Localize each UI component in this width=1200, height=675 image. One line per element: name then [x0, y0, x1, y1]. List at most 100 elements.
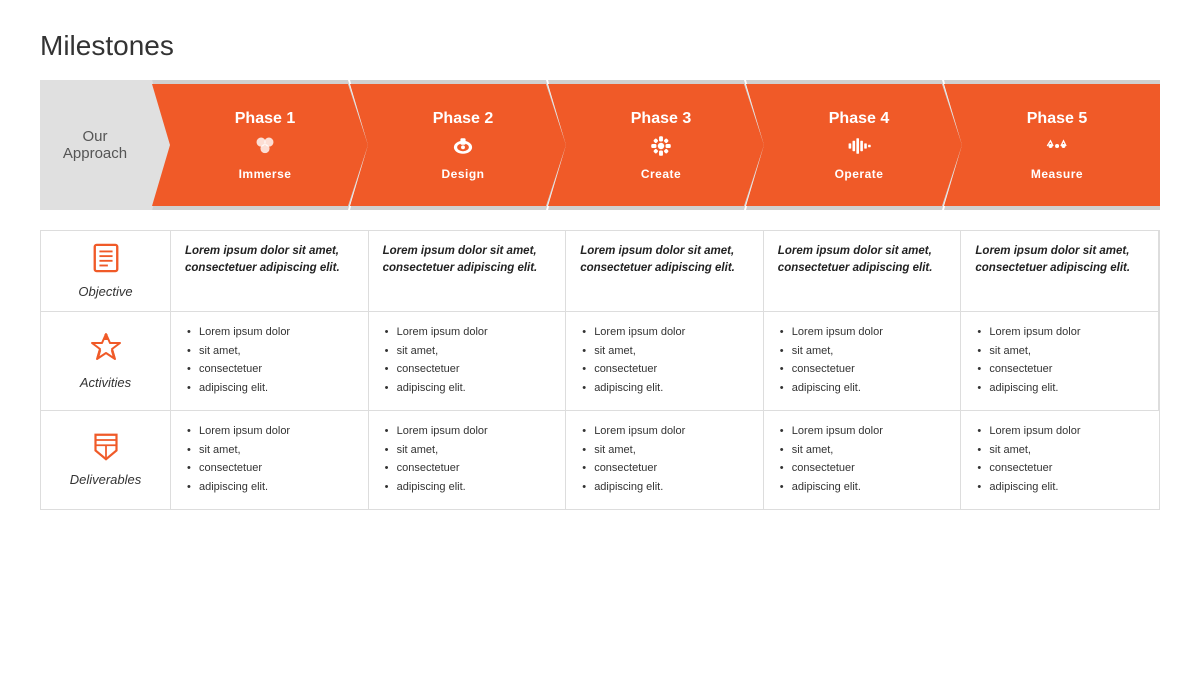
- del-list-item: consectetuer: [778, 460, 947, 477]
- del-cell-4: Lorem ipsum dolor sit amet, consectetuer…: [764, 411, 962, 509]
- del-list-item: sit amet,: [580, 442, 749, 459]
- act-list-item: sit amet,: [778, 343, 947, 360]
- obj-cell-2: Lorem ipsum dolor sit amet, consectetuer…: [369, 231, 567, 312]
- del-list-item: Lorem ipsum dolor: [778, 423, 947, 440]
- phase-5-label: Phase 5: [1027, 109, 1087, 128]
- del-list-2: Lorem ipsum dolor sit amet, consectetuer…: [383, 423, 552, 495]
- design-icon: [450, 133, 476, 165]
- act-list-item: consectetuer: [185, 361, 354, 378]
- phase-5: Phase 5 Measure: [944, 80, 1160, 210]
- act-list-3: Lorem ipsum dolor sit amet, consectetuer…: [580, 324, 749, 396]
- phase-3: Phase 3 Create: [548, 80, 764, 210]
- del-list-item: adipiscing elit.: [580, 479, 749, 496]
- del-list-3: Lorem ipsum dolor sit amet, consectetuer…: [580, 423, 749, 495]
- del-cell-5: Lorem ipsum dolor sit amet, consectetuer…: [961, 411, 1159, 509]
- del-list-item: Lorem ipsum dolor: [383, 423, 552, 440]
- del-list-item: Lorem ipsum dolor: [185, 423, 354, 440]
- obj-cell-5: Lorem ipsum dolor sit amet, consectetuer…: [961, 231, 1159, 312]
- del-list-item: consectetuer: [975, 460, 1145, 477]
- objective-label: Objective: [78, 284, 132, 299]
- act-list-item: consectetuer: [580, 361, 749, 378]
- del-list-item: adipiscing elit.: [975, 479, 1145, 496]
- del-list-item: sit amet,: [185, 442, 354, 459]
- del-list-item: consectetuer: [580, 460, 749, 477]
- act-list-1: Lorem ipsum dolor sit amet, consectetuer…: [185, 324, 354, 396]
- act-list-item: Lorem ipsum dolor: [975, 324, 1144, 341]
- phase-3-content: Phase 3 Create: [548, 80, 764, 210]
- del-cell-2: Lorem ipsum dolor sit amet, consectetuer…: [369, 411, 567, 509]
- phase-2-label: Phase 2: [433, 109, 493, 128]
- act-cell-3: Lorem ipsum dolor sit amet, consectetuer…: [566, 312, 764, 411]
- phases-container: Phase 1 Immerse Phase 2: [170, 80, 1160, 210]
- obj-text-4: Lorem ipsum dolor sit amet, consectetuer…: [778, 245, 933, 274]
- obj-cell-4: Lorem ipsum dolor sit amet, consectetuer…: [764, 231, 962, 312]
- measure-icon: [1044, 133, 1070, 165]
- act-cell-4: Lorem ipsum dolor sit amet, consectetuer…: [764, 312, 962, 411]
- act-list-item: consectetuer: [975, 361, 1144, 378]
- act-list-5: Lorem ipsum dolor sit amet, consectetuer…: [975, 324, 1144, 396]
- act-list-item: Lorem ipsum dolor: [580, 324, 749, 341]
- del-list-item: Lorem ipsum dolor: [580, 423, 749, 440]
- phase-banner: OurApproach Phase 1 Immerse: [40, 80, 1160, 210]
- phase-3-name: Create: [641, 167, 681, 181]
- activities-icon: [90, 332, 122, 371]
- deliverables-label: Deliverables: [70, 472, 142, 487]
- del-list-item: Lorem ipsum dolor: [975, 423, 1145, 440]
- phase-2: Phase 2 Design: [350, 80, 566, 210]
- obj-cell-3: Lorem ipsum dolor sit amet, consectetuer…: [566, 231, 764, 312]
- act-list-item: adipiscing elit.: [185, 380, 354, 397]
- phase-1: Phase 1 Immerse: [152, 80, 368, 210]
- act-list-item: consectetuer: [778, 361, 947, 378]
- deliverables-row-label: Deliverables: [41, 411, 171, 509]
- act-list-item: consectetuer: [383, 361, 552, 378]
- page-title: Milestones: [40, 30, 1160, 62]
- del-list-4: Lorem ipsum dolor sit amet, consectetuer…: [778, 423, 947, 495]
- activities-row-label: Activities: [41, 312, 171, 411]
- operate-icon: [846, 133, 872, 165]
- milestones-table: Objective Lorem ipsum dolor sit amet, co…: [40, 230, 1160, 510]
- phase-1-name: Immerse: [239, 167, 292, 181]
- del-list-item: adipiscing elit.: [383, 479, 552, 496]
- phase-1-content: Phase 1 Immerse: [152, 80, 368, 210]
- phase-4: Phase 4 Operate: [746, 80, 962, 210]
- obj-text-1: Lorem ipsum dolor sit amet, consectetuer…: [185, 245, 340, 274]
- act-list-2: Lorem ipsum dolor sit amet, consectetuer…: [383, 324, 552, 396]
- phase-4-label: Phase 4: [829, 109, 889, 128]
- act-list-4: Lorem ipsum dolor sit amet, consectetuer…: [778, 324, 947, 396]
- del-list-item: sit amet,: [975, 442, 1145, 459]
- act-list-item: sit amet,: [185, 343, 354, 360]
- deliverables-icon: [92, 433, 120, 468]
- del-list-item: sit amet,: [778, 442, 947, 459]
- del-list-item: consectetuer: [383, 460, 552, 477]
- obj-text-3: Lorem ipsum dolor sit amet, consectetuer…: [580, 245, 735, 274]
- create-icon: [648, 133, 674, 165]
- act-list-item: adipiscing elit.: [383, 380, 552, 397]
- obj-text-5: Lorem ipsum dolor sit amet, consectetuer…: [975, 245, 1130, 274]
- obj-cell-1: Lorem ipsum dolor sit amet, consectetuer…: [171, 231, 369, 312]
- act-list-item: Lorem ipsum dolor: [383, 324, 552, 341]
- objective-row-label: Objective: [41, 231, 171, 312]
- act-cell-1: Lorem ipsum dolor sit amet, consectetuer…: [171, 312, 369, 411]
- del-list-item: consectetuer: [185, 460, 354, 477]
- phase-4-content: Phase 4 Operate: [746, 80, 962, 210]
- act-list-item: adipiscing elit.: [778, 380, 947, 397]
- phase-1-label: Phase 1: [235, 109, 295, 128]
- del-list-item: sit amet,: [383, 442, 552, 459]
- del-list-item: adipiscing elit.: [185, 479, 354, 496]
- act-list-item: sit amet,: [580, 343, 749, 360]
- phase-4-name: Operate: [835, 167, 884, 181]
- activities-label: Activities: [80, 375, 131, 390]
- obj-text-2: Lorem ipsum dolor sit amet, consectetuer…: [383, 245, 538, 274]
- phase-3-label: Phase 3: [631, 109, 691, 128]
- act-list-item: adipiscing elit.: [975, 380, 1144, 397]
- phase-2-content: Phase 2 Design: [350, 80, 566, 210]
- del-cell-1: Lorem ipsum dolor sit amet, consectetuer…: [171, 411, 369, 509]
- our-approach-label: OurApproach: [40, 80, 170, 210]
- phase-5-content: Phase 5 Measure: [944, 80, 1160, 210]
- act-list-item: sit amet,: [975, 343, 1144, 360]
- act-list-item: sit amet,: [383, 343, 552, 360]
- objective-icon: [91, 243, 121, 280]
- act-cell-5: Lorem ipsum dolor sit amet, consectetuer…: [961, 312, 1159, 411]
- immerse-icon: [252, 133, 278, 165]
- act-list-item: adipiscing elit.: [580, 380, 749, 397]
